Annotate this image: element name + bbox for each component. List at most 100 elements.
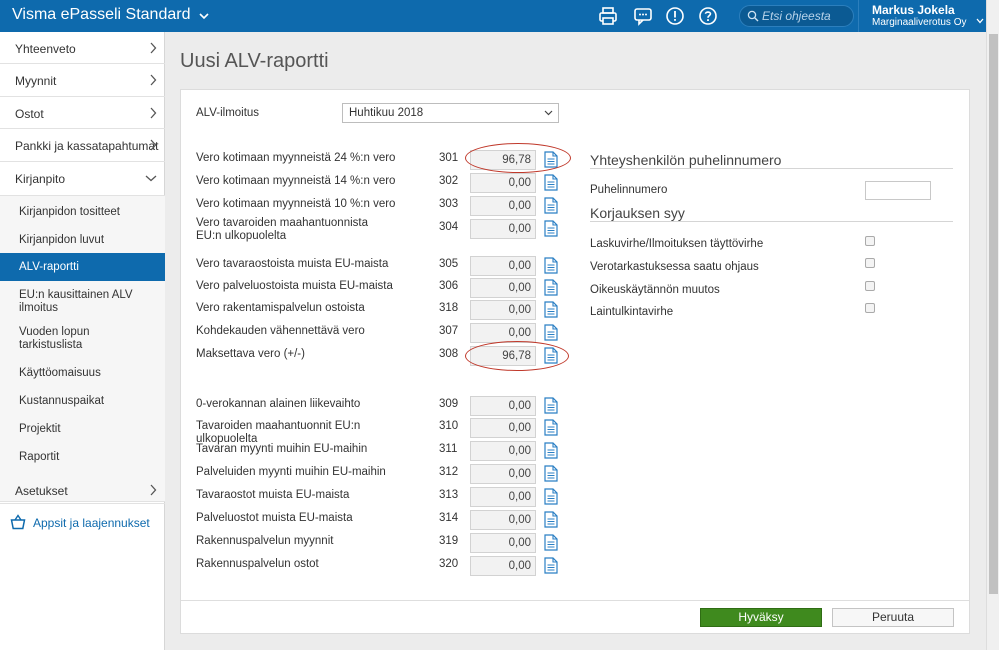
user-menu[interactable]: Markus Jokela Marginaaliverotus Oy [858,0,986,32]
vat-row-value: 0,00 [470,396,536,416]
user-name: Markus Jokela [872,3,955,17]
sidebar-subitem-luvut[interactable]: Kirjanpidon luvut [0,228,165,254]
sidebar-subitem-projektit[interactable]: Projektit [0,418,165,442]
vat-row-label: Vero palveluostoista muista EU-maista [196,280,393,292]
chevron-down-icon[interactable] [976,18,984,24]
document-icon[interactable] [544,419,558,436]
vat-row-code: 307 [439,325,459,337]
sidebar-subitem-tositteet[interactable]: Kirjanpidon tositteet [0,200,165,226]
page-title: Uusi ALV-raportti [180,50,329,72]
vat-row-value: 0,00 [470,278,536,298]
vat-row-value: 0,00 [470,323,536,343]
sidebar-subitem-kayttoomaisuus[interactable]: Käyttöomaisuus [0,362,165,386]
search-input[interactable] [762,8,850,24]
document-icon[interactable] [544,220,558,237]
cancel-button[interactable]: Peruuta [832,608,954,627]
chevron-down-icon[interactable] [196,8,212,24]
document-icon[interactable] [544,557,558,574]
sidebar-subitem-kustannuspaikat[interactable]: Kustannuspaikat [0,390,165,414]
chevron-right-icon [150,139,157,151]
vat-row-code: 301 [439,152,459,164]
vat-row-value: 0,00 [470,418,536,438]
user-company: Marginaaliverotus Oy [872,17,967,28]
document-icon[interactable] [544,174,558,191]
sidebar: Yhteenveto Myynnit Ostot Pankki ja kassa… [0,32,165,650]
vat-row-label: Vero kotimaan myynneistä 10 %:n vero [196,198,396,210]
period-label: ALV-ilmoitus [196,107,260,119]
vat-row-label: Maksettava vero (+/-) [196,348,305,360]
vat-row-label: Vero tavaraostoista muista EU-maista [196,258,389,270]
sidebar-item-label: Pankki ja kassatapahtumat [15,139,159,153]
sidebar-subitem-label: EU:n kausittainen ALV ilmoitus [19,289,133,314]
vat-row-value: 0,00 [470,510,536,530]
sidebar-subitem-raportit[interactable]: Raportit [0,446,165,470]
period-value: Huhtikuu 2018 [349,107,424,119]
vat-row-value: 0,00 [470,556,536,576]
correction-checkbox[interactable] [865,281,875,291]
vat-row-value: 0,00 [470,464,536,484]
vat-row-code: 308 [439,348,459,360]
chevron-right-icon [150,107,157,119]
divider [181,600,969,601]
document-icon[interactable] [544,511,558,528]
alert-icon[interactable] [665,6,685,26]
correction-option-label: Laskuvirhe/Ilmoituksen täyttövirhe [590,238,764,250]
vat-row-code: 319 [439,535,459,547]
document-icon[interactable] [544,257,558,274]
vat-row-label: Tavaraostot muista EU-maista [196,489,350,501]
app-title[interactable]: Visma ePasseli Standard [12,6,190,24]
period-select[interactable]: Huhtikuu 2018 [342,103,559,123]
sidebar-item-myynnit[interactable]: Myynnit [0,64,165,97]
correction-checkbox[interactable] [865,258,875,268]
search-box [739,5,854,27]
correction-checkbox[interactable] [865,303,875,313]
sidebar-item-asetukset[interactable]: Asetukset [0,476,165,504]
scrollbar-thumb[interactable] [989,34,998,594]
corrections-title: Korjauksen syy [590,205,685,221]
sidebar-subitem-label: Kirjanpidon luvut [19,234,105,246]
chat-icon[interactable] [633,6,653,26]
document-icon[interactable] [544,397,558,414]
chevron-right-icon [150,42,157,54]
sidebar-subitem-alv-raportti[interactable]: ALV-raportti [0,253,165,281]
document-icon[interactable] [544,324,558,341]
sidebar-subitem-label: Kirjanpidon tositteet [19,206,121,218]
document-icon[interactable] [544,442,558,459]
accept-button[interactable]: Hyväksy [700,608,822,627]
help-icon[interactable] [698,6,718,26]
sidebar-subitem-label: ALV-raportti [19,261,79,273]
vat-row-value: 0,00 [470,441,536,461]
phone-label: Puhelinnumero [590,184,668,196]
vat-row-code: 304 [439,221,459,233]
sidebar-item-pankki[interactable]: Pankki ja kassatapahtumat [0,129,165,162]
vat-row-value: 0,00 [470,196,536,216]
document-icon[interactable] [544,301,558,318]
vat-row-label: 0-verokannan alainen liikevaihto [196,398,361,410]
document-icon[interactable] [544,465,558,482]
sidebar-subitem-tarkistuslista[interactable]: Vuoden lopun tarkistuslista [0,322,165,354]
scrollbar[interactable] [986,0,999,650]
sidebar-subitem-eu-alv[interactable]: EU:n kausittainen ALV ilmoitus [0,285,165,317]
phone-input[interactable] [865,181,931,200]
sidebar-item-kirjanpito[interactable]: Kirjanpito [0,162,165,196]
chevron-right-icon [150,484,157,496]
correction-checkbox[interactable] [865,236,875,246]
highlight-annotation [465,143,571,173]
vat-row-code: 312 [439,466,459,478]
document-icon[interactable] [544,279,558,296]
document-icon[interactable] [544,534,558,551]
correction-option-label: Laintulkintavirhe [590,306,674,318]
document-icon[interactable] [544,197,558,214]
document-icon[interactable] [544,488,558,505]
vat-row-value: 0,00 [470,300,536,320]
print-icon[interactable] [598,6,618,26]
vat-row-label: Rakennuspalvelun myynnit [196,535,334,547]
sidebar-item-ostot[interactable]: Ostot [0,97,165,129]
sidebar-item-yhteenveto[interactable]: Yhteenveto [0,32,165,64]
vat-row-code: 318 [439,302,459,314]
chevron-right-icon [150,74,157,86]
sidebar-item-label: Ostot [15,107,44,121]
correction-option-label: Verotarkastuksessa saatu ohjaus [590,261,759,273]
vat-row-label: Rakennuspalvelun ostot [196,558,319,570]
vat-row-code: 302 [439,175,459,187]
